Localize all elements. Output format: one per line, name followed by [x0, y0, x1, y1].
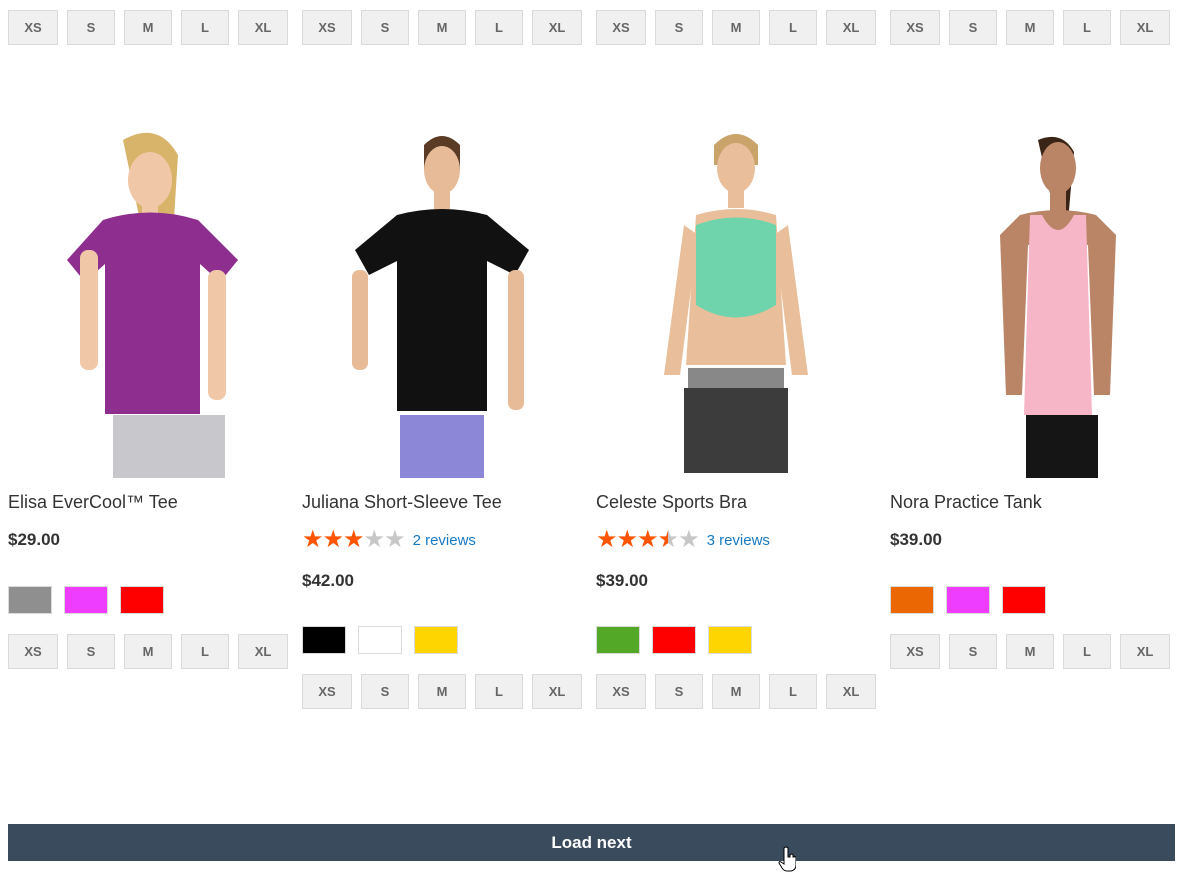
size-m[interactable]: M [124, 634, 172, 669]
product-price: $39.00 [596, 571, 648, 590]
size-xl[interactable]: XL [1120, 634, 1170, 669]
swatch-green[interactable] [596, 626, 640, 654]
product-image[interactable] [596, 120, 876, 478]
color-swatches [596, 626, 752, 654]
product-image[interactable] [302, 120, 582, 478]
swatch-gray[interactable] [8, 586, 52, 614]
load-next-button[interactable]: Load next [8, 824, 1175, 861]
size-l[interactable]: L [181, 10, 229, 45]
size-s[interactable]: S [655, 10, 703, 45]
product-name[interactable]: Celeste Sports Bra [596, 492, 747, 513]
size-xs[interactable]: XS [596, 10, 646, 45]
color-swatches [8, 586, 164, 614]
swatch-yellow[interactable] [414, 626, 458, 654]
size-xl[interactable]: XL [532, 674, 582, 709]
size-xl[interactable]: XL [238, 10, 288, 45]
size-s[interactable]: S [949, 634, 997, 669]
size-xl[interactable]: XL [238, 634, 288, 669]
size-l[interactable]: L [475, 10, 523, 45]
product-card-nora: XS S M L XL Nora Practice Tank $39.00 XS… [890, 0, 1170, 760]
size-l[interactable]: L [475, 674, 523, 709]
size-m[interactable]: M [418, 10, 466, 45]
swatch-purple[interactable] [946, 586, 990, 614]
size-xs[interactable]: XS [8, 10, 58, 45]
product-rating: ★★★★★ 2 reviews [302, 528, 476, 552]
swatch-yellow[interactable] [708, 626, 752, 654]
product-name[interactable]: Nora Practice Tank [890, 492, 1042, 513]
size-m[interactable]: M [1006, 634, 1054, 669]
product-rating: ★★★★★ 3 reviews [596, 528, 770, 552]
size-xs[interactable]: XS [8, 634, 58, 669]
swatch-purple[interactable] [64, 586, 108, 614]
size-s[interactable]: S [67, 634, 115, 669]
size-l[interactable]: L [769, 10, 817, 45]
size-xl[interactable]: XL [1120, 10, 1170, 45]
swatch-red[interactable] [652, 626, 696, 654]
size-l[interactable]: L [1063, 634, 1111, 669]
swatch-red[interactable] [1002, 586, 1046, 614]
size-s[interactable]: S [361, 674, 409, 709]
swatch-black[interactable] [302, 626, 346, 654]
rating-stars: ★★★★★ [302, 526, 406, 553]
previous-row-size-options: XS S M L XL [890, 10, 1170, 45]
size-xs[interactable]: XS [596, 674, 646, 709]
product-card-celeste: XS S M L XL Celeste Sports Bra ★★★★★ 3 r… [596, 0, 876, 760]
product-price: $29.00 [8, 530, 60, 549]
product-card-juliana: XS S M L XL Juliana Short-Sleeve Tee ★★★… [302, 0, 582, 760]
previous-row-size-options: XS S M L XL [302, 10, 582, 45]
product-name[interactable]: Juliana Short-Sleeve Tee [302, 492, 502, 513]
product-image[interactable] [890, 120, 1170, 478]
size-xl[interactable]: XL [826, 10, 876, 45]
color-swatches [302, 626, 458, 654]
size-xl[interactable]: XL [532, 10, 582, 45]
size-s[interactable]: S [67, 10, 115, 45]
size-l[interactable]: L [1063, 10, 1111, 45]
size-options: XS S M L XL [596, 674, 876, 709]
size-s[interactable]: S [949, 10, 997, 45]
size-m[interactable]: M [712, 10, 760, 45]
swatch-red[interactable] [120, 586, 164, 614]
product-card-elisa: XS S M L XL Elisa EverCool™ Tee $29.00 X… [8, 0, 288, 760]
previous-row-size-options: XS S M L XL [8, 10, 288, 45]
size-s[interactable]: S [361, 10, 409, 45]
size-s[interactable]: S [655, 674, 703, 709]
size-options: XS S M L XL [302, 674, 582, 709]
previous-row-size-options: XS S M L XL [596, 10, 876, 45]
product-image[interactable] [8, 120, 288, 478]
product-name[interactable]: Elisa EverCool™ Tee [8, 492, 178, 513]
size-l[interactable]: L [769, 674, 817, 709]
swatch-white[interactable] [358, 626, 402, 654]
color-swatches [890, 586, 1046, 614]
size-options: XS S M L XL [890, 634, 1170, 669]
size-m[interactable]: M [1006, 10, 1054, 45]
product-price: $39.00 [890, 530, 942, 549]
reviews-link[interactable]: 3 reviews [707, 532, 770, 549]
size-xl[interactable]: XL [826, 674, 876, 709]
size-xs[interactable]: XS [302, 10, 352, 45]
rating-stars: ★★★★★ [596, 526, 700, 553]
reviews-link[interactable]: 2 reviews [413, 532, 476, 549]
swatch-orange[interactable] [890, 586, 934, 614]
size-m[interactable]: M [418, 674, 466, 709]
size-l[interactable]: L [181, 634, 229, 669]
size-options: XS S M L XL [8, 634, 288, 669]
size-m[interactable]: M [712, 674, 760, 709]
size-m[interactable]: M [124, 10, 172, 45]
pointer-cursor-icon [778, 846, 796, 872]
size-xs[interactable]: XS [890, 10, 940, 45]
size-xs[interactable]: XS [890, 634, 940, 669]
size-xs[interactable]: XS [302, 674, 352, 709]
product-price: $42.00 [302, 571, 354, 590]
